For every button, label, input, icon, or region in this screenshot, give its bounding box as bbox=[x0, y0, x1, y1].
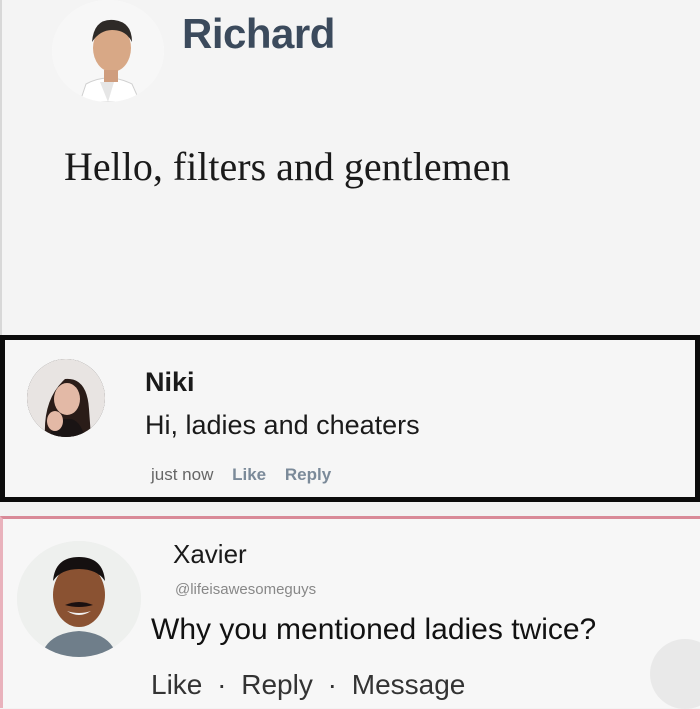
comment-timestamp: just now bbox=[151, 465, 214, 484]
reply-button[interactable]: Reply bbox=[285, 465, 331, 484]
richard-avatar[interactable] bbox=[52, 0, 164, 102]
comment-author-handle[interactable]: @lifeisawesomeguys bbox=[175, 581, 316, 598]
reply-button[interactable]: Reply bbox=[241, 669, 313, 700]
comment-niki: Niki Hi, ladies and cheaters just now Li… bbox=[0, 335, 700, 502]
original-post: Richard Hello, filters and gentlemen bbox=[0, 0, 700, 340]
like-button[interactable]: Like bbox=[151, 669, 202, 700]
comment-meta: just now Like Reply bbox=[151, 465, 345, 485]
comment-actions: Like · Reply · Message bbox=[151, 669, 465, 701]
comment-text: Hi, ladies and cheaters bbox=[145, 410, 420, 440]
post-text: Hello, filters and gentlemen bbox=[64, 144, 511, 189]
comment-author-name[interactable]: Xavier bbox=[173, 539, 247, 570]
comment-text: Why you mentioned ladies twice? bbox=[151, 613, 597, 646]
niki-avatar[interactable] bbox=[27, 359, 105, 437]
xavier-avatar[interactable] bbox=[17, 541, 141, 657]
comment-author-name[interactable]: Niki bbox=[145, 367, 195, 398]
comment-xavier: Xavier @lifeisawesomeguys Why you mentio… bbox=[0, 516, 700, 709]
separator: · bbox=[327, 669, 337, 700]
separator: · bbox=[217, 669, 227, 700]
like-button[interactable]: Like bbox=[232, 465, 266, 484]
post-author-name[interactable]: Richard bbox=[182, 10, 335, 58]
message-button[interactable]: Message bbox=[352, 669, 466, 700]
decorative-circle bbox=[650, 639, 700, 709]
